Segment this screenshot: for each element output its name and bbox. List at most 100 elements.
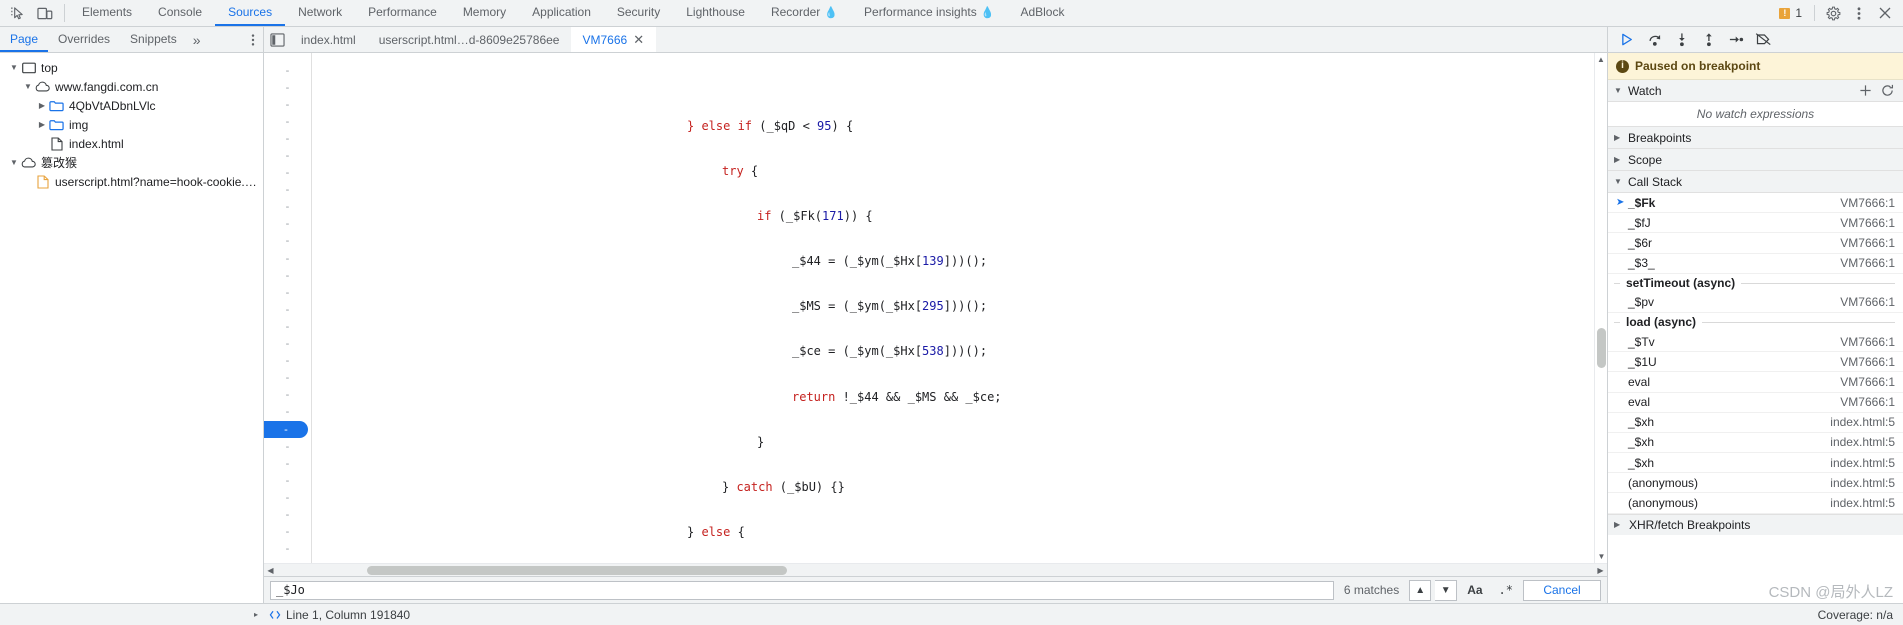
gutter-line[interactable]: - [264,472,311,489]
code-line[interactable]: _$ce = (_$ym(_$Hx[538]))(); [312,343,1607,360]
call-stack-frame[interactable]: ➤ _$Fk VM7666:1 [1608,193,1903,214]
code-line[interactable]: } else { [312,524,1607,541]
call-stack-frame[interactable]: _$xh index.html:5 [1608,453,1903,474]
close-icon[interactable]: ✕ [633,33,644,46]
show-navigator-icon[interactable] [264,27,290,52]
device-toolbar-icon[interactable] [32,1,58,25]
chevron-right-icon[interactable]: ▶ [1614,155,1624,164]
breakpoints-section-header[interactable]: ▶ Breakpoints [1608,127,1903,149]
call-stack-frame[interactable]: (anonymous) index.html:5 [1608,473,1903,494]
search-next-button[interactable]: ▼ [1435,579,1458,601]
gutter-line[interactable]: - [264,387,311,404]
chevron-right-icon[interactable]: ▶ [36,119,48,131]
tree-item-www-fangdi-com-cn[interactable]: ▼ www.fangdi.com.cn [0,77,263,96]
tab-adblock[interactable]: AdBlock [1007,0,1077,26]
gutter-line[interactable]: - [264,182,311,199]
call-stack-frame[interactable]: _$fJ VM7666:1 [1608,213,1903,234]
editor-tab-vm7666[interactable]: VM7666 ✕ [571,27,657,52]
code-line[interactable]: if (_$Fk(171)) { [312,208,1607,225]
gutter-line[interactable]: - [264,216,311,233]
scroll-right-icon[interactable]: ▶ [1594,566,1607,575]
editor-vertical-scrollbar[interactable]: ▲ ▼ [1594,53,1607,563]
tab-performance[interactable]: Performance [355,0,450,26]
gear-icon[interactable] [1821,1,1845,25]
gutter-line[interactable]: - [264,233,311,250]
nav-tab-page[interactable]: Page [0,27,49,52]
gutter-line[interactable]: - [264,199,311,216]
code-line[interactable]: _$MS = (_$ym(_$Hx[295]))(); [312,298,1607,315]
gutter-line-current-execution[interactable]: - [264,420,308,439]
tab-console[interactable]: Console [145,0,215,26]
call-stack-frame[interactable]: _$3_ VM7666:1 [1608,254,1903,274]
gutter-line[interactable]: - [264,130,311,147]
gutter-line[interactable]: - [264,62,311,79]
close-icon[interactable] [1873,1,1897,25]
call-stack-frame[interactable]: _$6r VM7666:1 [1608,233,1903,254]
inspect-cursor-icon[interactable] [4,1,30,25]
step-icon[interactable] [1728,32,1744,47]
code-content[interactable]: _$jv = _$44 || _$hb.length !== _$bb + 1 … [312,53,1607,563]
nav-tab-snippets[interactable]: Snippets [120,27,187,52]
gutter-line[interactable]: - [264,301,311,318]
call-stack-frame[interactable]: eval VM7666:1 [1608,372,1903,393]
gutter-line[interactable]: - [264,353,311,370]
gutter-line[interactable]: - [264,438,311,455]
scope-section-header[interactable]: ▶ Scope [1608,149,1903,171]
gutter-line[interactable] [264,53,311,62]
tab-performance-insights[interactable]: Performance insights 💧 [851,0,1007,26]
chevron-right-icon[interactable]: ▶ [1614,133,1624,142]
call-stack-frame[interactable]: _$xh index.html:5 [1608,433,1903,454]
code-line[interactable]: return !_$44 && _$MS && _$ce; [312,389,1607,406]
nav-tab-overrides[interactable]: Overrides [48,27,120,52]
tab-security[interactable]: Security [604,0,673,26]
step-into-icon[interactable] [1674,32,1690,47]
search-input[interactable] [270,580,1334,600]
call-stack-frame[interactable]: (anonymous) index.html:5 [1608,493,1903,514]
tree-item-4qbvtadbnlvlc[interactable]: ▶ 4QbVtADbnLVlc [0,96,263,115]
code-line[interactable]: } [312,434,1607,451]
navigator-menu-icon[interactable] [243,27,263,52]
regex-toggle[interactable]: .* [1493,580,1519,601]
deactivate-breakpoints-icon[interactable] [1755,32,1772,47]
editor-tab-userscript[interactable]: userscript.html…d-8609e25786ee [368,27,572,52]
code-line[interactable]: _$44 = (_$ym(_$Hx[139]))(); [312,253,1607,270]
scroll-left-icon[interactable]: ◀ [264,566,277,575]
gutter-line[interactable]: - [264,250,311,267]
chevron-down-icon[interactable]: ▼ [1614,177,1624,186]
tab-lighthouse[interactable]: Lighthouse [673,0,758,26]
tree-item-top[interactable]: ▼ top [0,58,263,77]
chevron-right-icon[interactable]: ▶ [36,100,48,112]
editor-horizontal-scrollbar[interactable]: ◀ ▶ [264,563,1607,576]
gutter-line[interactable]: - [264,96,311,113]
pretty-print-icon[interactable] [264,608,286,622]
refresh-icon[interactable] [1881,84,1894,97]
tree-item-img[interactable]: ▶ img [0,115,263,134]
tab-sources[interactable]: Sources [215,0,286,26]
cancel-button[interactable]: Cancel [1523,579,1601,601]
tree-item-index-html[interactable]: ▶ index.html [0,134,263,153]
tab-network[interactable]: Network [285,0,355,26]
call-stack-frame[interactable]: _$pv VM7666:1 [1608,293,1903,313]
xhr-fetch-breakpoints-header[interactable]: ▶ XHR/fetch Breakpoints [1608,513,1903,535]
search-previous-button[interactable]: ▲ [1409,579,1432,601]
code-line[interactable]: } else if (_$qD < 95) { [312,118,1607,135]
gutter-line[interactable]: - [264,267,311,284]
chevron-right-icon[interactable]: ▸ [254,610,258,619]
gutter-line[interactable]: - [264,113,311,130]
kebab-menu-icon[interactable] [1847,1,1871,25]
tab-recorder[interactable]: Recorder 💧 [758,0,851,26]
plus-icon[interactable] [1859,84,1872,97]
chevron-down-icon[interactable]: ▼ [8,157,20,169]
vertical-scroll-thumb[interactable] [1597,328,1606,368]
chevron-down-icon[interactable]: ▼ [8,62,20,74]
resume-icon[interactable] [1620,32,1636,47]
tab-elements[interactable]: Elements [69,0,145,26]
editor-tab-index-html[interactable]: index.html [290,27,368,52]
call-stack-frame[interactable]: _$Tv VM7666:1 [1608,332,1903,353]
step-out-icon[interactable] [1701,32,1717,47]
horizontal-scroll-thumb[interactable] [367,565,787,575]
issues-badge[interactable]: ! 1 [1773,6,1808,20]
nav-more-tabs-button[interactable]: » [187,27,207,52]
chevron-right-icon[interactable]: ▶ [1614,520,1624,529]
gutter-line[interactable]: - [264,455,311,472]
